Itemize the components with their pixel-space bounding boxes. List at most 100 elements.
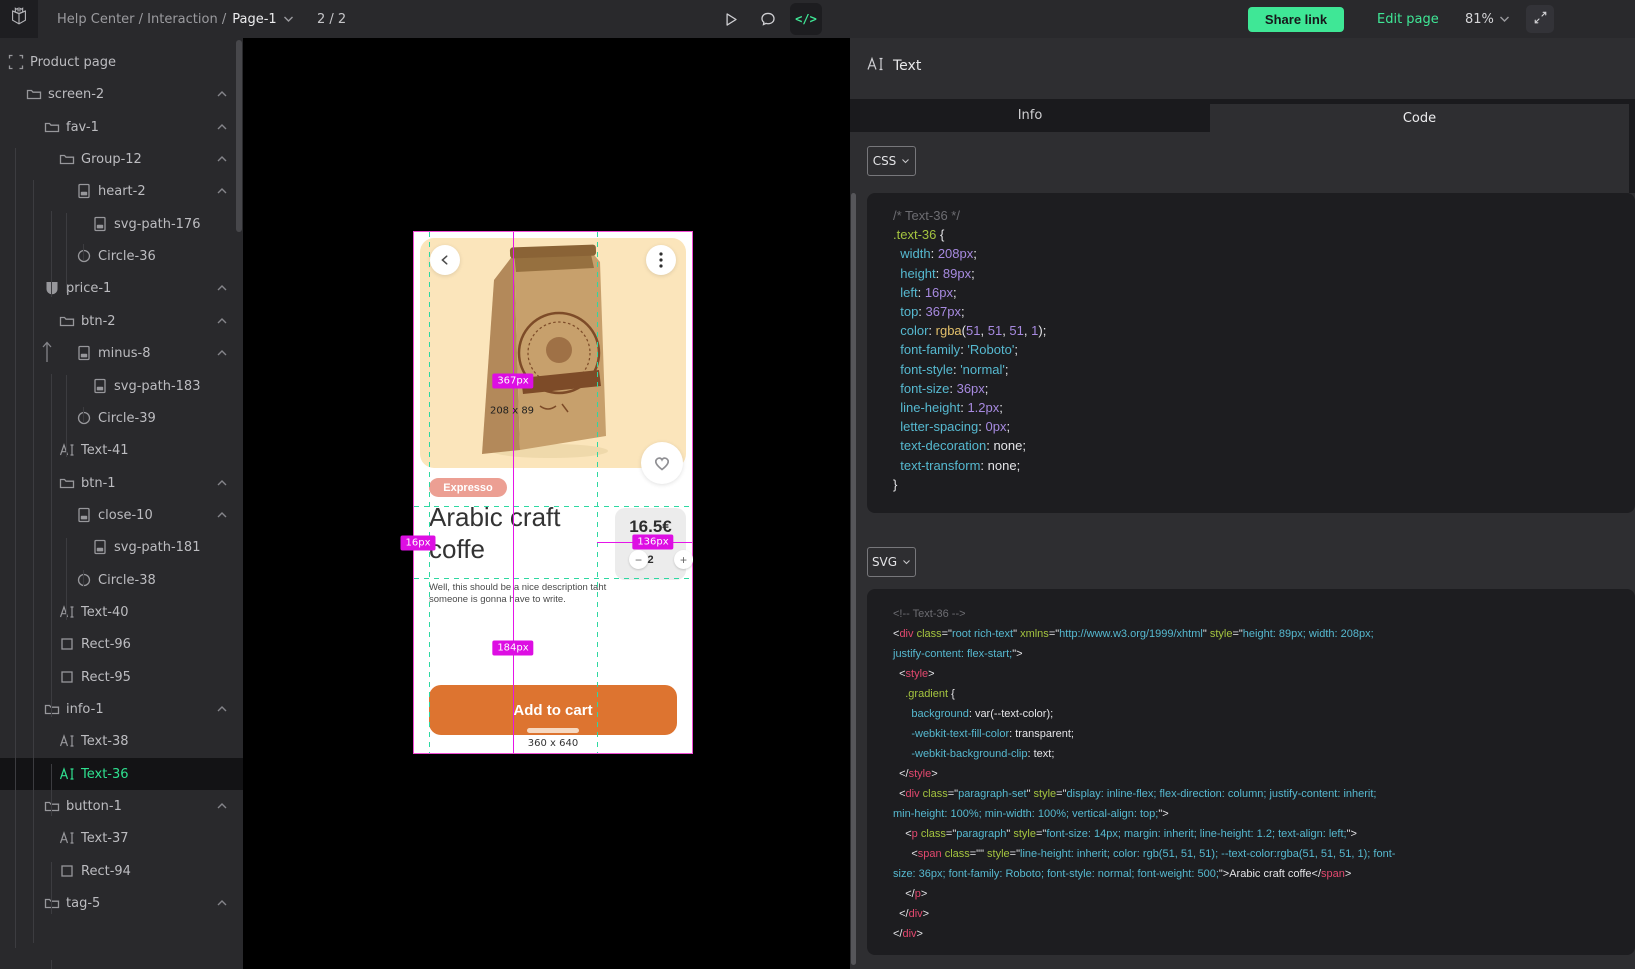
layer-label: svg-path-176 [114,217,200,232]
folder-icon [44,895,60,911]
circle-icon [76,572,92,588]
layer-label: button-1 [66,799,122,814]
product-title[interactable]: Arabic craft coffe [429,501,605,565]
layer-row-heart-2[interactable]: heart-2 [0,175,243,207]
layer-row-text-36[interactable]: Text-36 [0,758,243,790]
svg-file-icon [76,345,92,361]
layer-row-rect-94[interactable]: Rect-94 [0,855,243,887]
chevron-up-icon[interactable] [214,701,230,717]
chevron-up-icon[interactable] [214,86,230,102]
layer-label: Circle-39 [98,411,156,426]
layer-row-text-40[interactable]: Text-40 [0,596,243,628]
layer-label: Circle-38 [98,573,156,588]
layer-row-text-38[interactable]: Text-38 [0,725,243,757]
layer-row-text-41[interactable]: Text-41 [0,434,243,466]
measure-chip-right: 136px [632,535,673,550]
fullscreen-button[interactable] [1526,5,1554,33]
chevron-up-icon[interactable] [214,183,230,199]
measure-chip-bottom: 184px [492,641,533,656]
breadcrumb[interactable]: Help Center / Interaction / Page-1 [57,0,294,38]
arrow-up-icon [40,339,54,367]
layer-row-button-1[interactable]: button-1 [0,790,243,822]
layer-row-text-37[interactable]: Text-37 [0,822,243,854]
layer-row-product page[interactable]: Product page [0,46,243,78]
chevron-up-icon[interactable] [214,345,230,361]
svg-file-icon [76,507,92,523]
play-button[interactable] [714,3,746,35]
folder-icon [59,475,75,491]
svg-dropdown-value: SVG [872,555,897,569]
panel-tab-bar: Info Code [850,99,1635,132]
css-dropdown-value: CSS [873,154,897,168]
layer-row-close-10[interactable]: close-10 [0,499,243,531]
tab-code[interactable]: Code [1210,104,1629,132]
code-line: </p> [893,884,1635,904]
sidebar-scrollbar[interactable] [236,40,242,232]
selection-size-label: 208 x 89 [490,406,534,417]
text-icon [59,830,75,846]
code-line: } [893,475,1635,494]
panel-scrollbar[interactable] [851,193,856,965]
share-link-button[interactable]: Share link [1248,7,1344,32]
chevron-up-icon[interactable] [214,313,230,329]
frame-icon [8,54,24,70]
comment-button[interactable] [752,3,784,35]
code-line: font-size: 36px; [893,379,1635,398]
chevron-up-icon[interactable] [214,280,230,296]
mobile-screen-frame[interactable]: Expresso Arabic craft coffe 16.5€ − 2 + … [414,232,692,753]
layer-label: Text-36 [81,767,129,782]
layer-row-circle-36[interactable]: Circle-36 [0,240,243,272]
product-image-area[interactable] [420,238,686,468]
frame-size-label: 360 x 640 [520,737,586,750]
layer-row-tag-5[interactable]: tag-5 [0,887,243,919]
favorite-heart-button[interactable] [641,442,683,484]
layer-row-svg-path-183[interactable]: svg-path-183 [0,370,243,402]
expand-arrows-icon [1533,10,1548,29]
layer-row-btn-1[interactable]: btn-1 [0,467,243,499]
layer-row-group-12[interactable]: Group-12 [0,143,243,175]
layer-row-info-1[interactable]: info-1 [0,693,243,725]
edit-page-link[interactable]: Edit page [1377,0,1439,38]
zoom-level-control[interactable]: 81% [1465,0,1510,38]
quantity-plus-button[interactable]: + [674,550,693,569]
svg-language-dropdown[interactable]: SVG [867,547,916,577]
circle-icon [76,248,92,264]
page-counter: 2 / 2 [317,0,346,38]
layer-row-screen-2[interactable]: screen-2 [0,78,243,110]
code-view-toggle[interactable]: </> [790,3,822,35]
code-line: <!-- Text-36 --> [893,604,1635,624]
chevron-up-icon[interactable] [214,798,230,814]
layer-row-rect-96[interactable]: Rect-96 [0,628,243,660]
layer-label: svg-path-181 [114,540,200,555]
layer-row-rect-95[interactable]: Rect-95 [0,661,243,693]
folder-icon [59,313,75,329]
tab-info[interactable]: Info [850,99,1210,132]
layer-label: heart-2 [98,184,146,199]
text-icon [59,733,75,749]
layer-label: tag-5 [66,896,100,911]
layer-row-fav-1[interactable]: fav-1 [0,111,243,143]
code-line: </div> [893,904,1635,924]
back-button[interactable] [430,245,460,275]
circle-icon [76,410,92,426]
chevron-up-icon[interactable] [214,507,230,523]
chevron-up-icon[interactable] [214,475,230,491]
layer-row-minus-8[interactable]: minus-8 [0,337,243,369]
chevron-up-icon[interactable] [214,151,230,167]
chevron-up-icon[interactable] [214,895,230,911]
code-line: width: 208px; [893,244,1635,263]
app-logo-button[interactable] [0,0,38,38]
chevron-up-icon[interactable] [214,119,230,135]
layer-row-svg-path-181[interactable]: svg-path-181 [0,531,243,563]
layer-row-circle-38[interactable]: Circle-38 [0,564,243,596]
css-language-dropdown[interactable]: CSS [867,146,916,176]
layer-row-circle-39[interactable]: Circle-39 [0,402,243,434]
layer-row-btn-2[interactable]: btn-2 [0,305,243,337]
rect-icon [59,669,75,685]
css-code-block: /* Text-36 */.text-36 { width: 208px; he… [867,193,1635,513]
product-tag-badge[interactable]: Expresso [429,478,507,497]
layer-row-price-1[interactable]: price-1 [0,272,243,304]
design-canvas[interactable]: Expresso Arabic craft coffe 16.5€ − 2 + … [243,38,850,969]
more-menu-button[interactable] [646,245,676,275]
layer-row-svg-path-176[interactable]: svg-path-176 [0,208,243,240]
